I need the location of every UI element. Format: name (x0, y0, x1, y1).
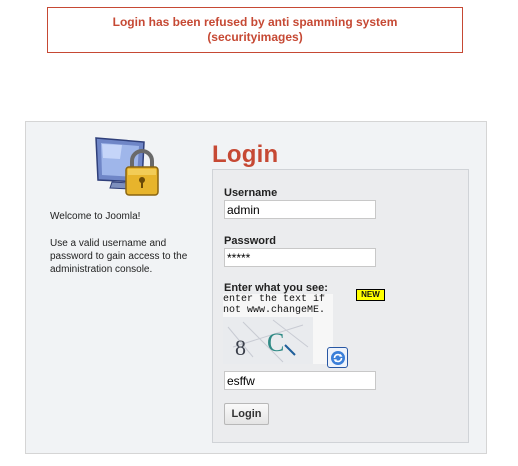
login-form: Username Password Enter what you see: NE… (212, 169, 469, 443)
monitor-lock-icon (95, 137, 159, 196)
captcha-input[interactable] (224, 371, 376, 390)
captcha-hint-line-2: not www.changeME. (223, 305, 326, 316)
svg-text:8: 8 (235, 335, 246, 360)
welcome-title: Welcome to Joomla! (50, 211, 141, 222)
login-container: Welcome to Joomla! Use a valid username … (25, 121, 487, 454)
captcha-hint-line-1: enter the text if (223, 294, 326, 305)
password-label: Password (224, 235, 276, 247)
login-heading: Login (212, 141, 279, 168)
error-message-box: Login has been refused by anti spamming … (47, 7, 463, 53)
username-input[interactable] (224, 200, 376, 219)
error-message-text: Login has been refused by anti spamming … (112, 15, 398, 44)
username-label: Username (224, 187, 278, 199)
captcha-picture: 8 C (223, 317, 313, 364)
welcome-description: Use a valid username and password to gai… (50, 238, 188, 275)
password-input[interactable] (224, 248, 376, 267)
login-button[interactable]: Login (224, 403, 269, 425)
svg-text:C: C (267, 328, 284, 357)
new-badge: NEW (356, 289, 385, 301)
refresh-icon (330, 350, 345, 365)
refresh-captcha-button[interactable] (327, 347, 348, 368)
captcha-label: Enter what you see: (224, 282, 328, 294)
